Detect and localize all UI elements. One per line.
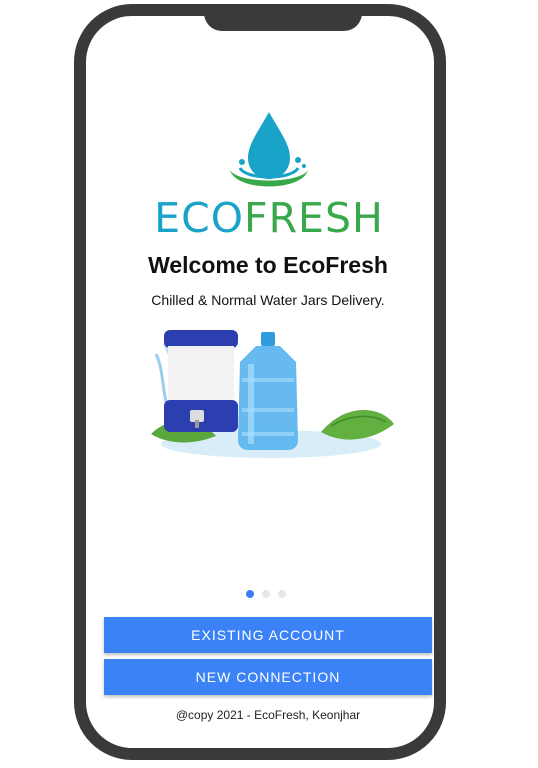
logo-wordmark: ECOFRESH	[152, 196, 386, 240]
carousel-dot-3[interactable]	[278, 590, 286, 598]
carousel-indicator	[246, 590, 286, 598]
logo-text-fresh: FRESH	[243, 194, 384, 242]
welcome-subtitle: Chilled & Normal Water Jars Delivery.	[151, 292, 385, 308]
logo-text-eco: ECO	[154, 194, 244, 242]
water-products-image	[151, 330, 394, 458]
app-screen: ECOFRESH Welcome to EcoFresh Chilled & N…	[86, 16, 434, 748]
new-connection-button[interactable]: NEW CONNECTION	[104, 659, 432, 695]
water-drop-icon	[230, 112, 308, 187]
footer-copyright: @copy 2021 - EcoFresh, Keonjhar	[175, 708, 361, 722]
carousel-dot-2[interactable]	[262, 590, 270, 598]
carousel-dot-1[interactable]	[246, 590, 254, 598]
existing-account-button[interactable]: EXISTING ACCOUNT	[104, 617, 432, 653]
welcome-title: Welcome to EcoFresh	[148, 252, 388, 278]
ecofresh-logo: ECOFRESH	[152, 110, 386, 242]
